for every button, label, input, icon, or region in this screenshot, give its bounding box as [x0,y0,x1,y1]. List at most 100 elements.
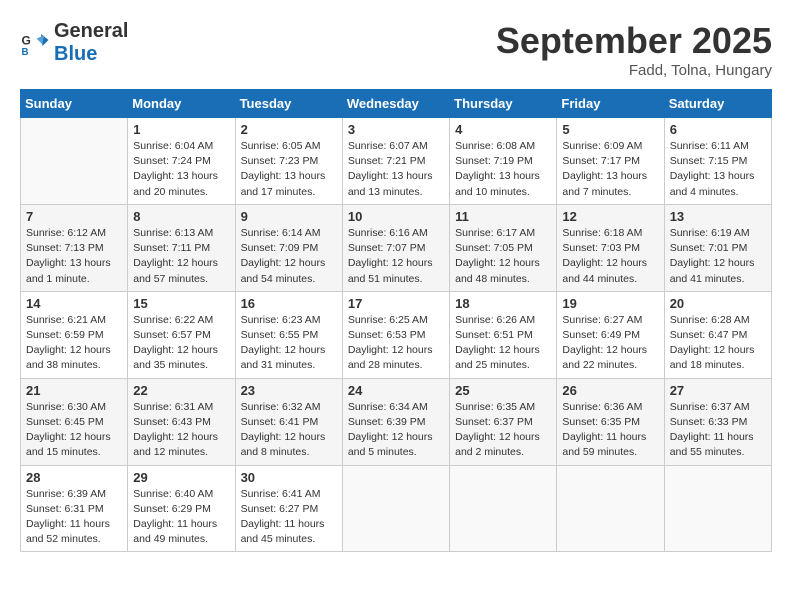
day-number: 17 [348,296,444,311]
col-header-sunday: Sunday [21,90,128,118]
day-number: 10 [348,209,444,224]
day-info: Sunrise: 6:08 AM Sunset: 7:19 PM Dayligh… [455,139,551,200]
logo-text: General Blue [54,20,128,66]
day-number: 1 [133,122,229,137]
day-info: Sunrise: 6:27 AM Sunset: 6:49 PM Dayligh… [562,313,658,374]
calendar-cell: 25Sunrise: 6:35 AM Sunset: 6:37 PM Dayli… [450,378,557,465]
calendar-cell: 15 Sunrise: 6:22 AM Sunset: 6:57 PM Dayli… [128,291,235,378]
calendar-cell [21,118,128,205]
day-number: 28 [26,470,122,485]
calendar-table: SundayMondayTuesdayWednesdayThursdayFrid… [20,89,772,552]
day-number: 15 [133,296,229,311]
day-number: 27 [670,383,766,398]
day-number: 5 [562,122,658,137]
day-info: Sunrise: 6:14 AM Sunset: 7:09 PM Dayligh… [241,226,337,287]
day-number: 18 [455,296,551,311]
day-number: 20 [670,296,766,311]
week-row-3: 14 Sunrise: 6:21 AM Sunset: 6:59 PM Dayli… [21,291,772,378]
day-info: Sunrise: 6:12 AM Sunset: 7:13 PM Dayligh… [26,226,122,287]
day-info: Sunrise: 6:35 AM Sunset: 6:37 PM Dayligh… [455,400,551,461]
title-block: September 2025 Fadd, Tolna, Hungary [496,20,772,79]
day-info: Sunrise: 6:40 AM Sunset: 6:29 PM Dayligh… [133,487,229,548]
calendar-cell: 3Sunrise: 6:07 AM Sunset: 7:21 PM Daylig… [342,118,449,205]
location: Fadd, Tolna, Hungary [496,62,772,79]
calendar-cell: 16 Sunrise: 6:23 AM Sunset: 6:55 PM Dayli… [235,291,342,378]
day-info: Sunrise: 6:17 AM Sunset: 7:05 PM Dayligh… [455,226,551,287]
calendar-cell: 30Sunrise: 6:41 AM Sunset: 6:27 PM Dayli… [235,465,342,552]
day-number: 7 [26,209,122,224]
month-title: September 2025 [496,20,772,62]
day-info: Sunrise: 6:22 AM Sunset: 6:57 PM Dayligh… [133,313,229,374]
day-info: Sunrise: 6:05 AM Sunset: 7:23 PM Dayligh… [241,139,337,200]
calendar-cell: 9 Sunrise: 6:14 AM Sunset: 7:09 PM Daylig… [235,204,342,291]
logo-icon: G B [20,28,50,58]
day-number: 23 [241,383,337,398]
day-number: 19 [562,296,658,311]
col-header-wednesday: Wednesday [342,90,449,118]
page-header: G B General Blue September 2025 Fadd, To… [20,20,772,79]
day-info: Sunrise: 6:34 AM Sunset: 6:39 PM Dayligh… [348,400,444,461]
calendar-cell: 1 Sunrise: 6:04 AM Sunset: 7:24 PM Daylig… [128,118,235,205]
day-info: Sunrise: 6:19 AM Sunset: 7:01 PM Dayligh… [670,226,766,287]
calendar-cell: 24 Sunrise: 6:34 AM Sunset: 6:39 PM Dayli… [342,378,449,465]
day-number: 14 [26,296,122,311]
calendar-cell: 4 Sunrise: 6:08 AM Sunset: 7:19 PM Daylig… [450,118,557,205]
day-info: Sunrise: 6:37 AM Sunset: 6:33 PM Dayligh… [670,400,766,461]
calendar-cell: 18 Sunrise: 6:26 AM Sunset: 6:51 PM Dayli… [450,291,557,378]
day-info: Sunrise: 6:30 AM Sunset: 6:45 PM Dayligh… [26,400,122,461]
calendar-cell: 29Sunrise: 6:40 AM Sunset: 6:29 PM Dayli… [128,465,235,552]
calendar-cell: 27 Sunrise: 6:37 AM Sunset: 6:33 PM Dayli… [664,378,771,465]
calendar-cell: 5 Sunrise: 6:09 AM Sunset: 7:17 PM Daylig… [557,118,664,205]
day-number: 4 [455,122,551,137]
day-info: Sunrise: 6:13 AM Sunset: 7:11 PM Dayligh… [133,226,229,287]
day-info: Sunrise: 6:31 AM Sunset: 6:43 PM Dayligh… [133,400,229,461]
day-info: Sunrise: 6:28 AM Sunset: 6:47 PM Dayligh… [670,313,766,374]
calendar-cell: 23 Sunrise: 6:32 AM Sunset: 6:41 PM Dayli… [235,378,342,465]
day-number: 22 [133,383,229,398]
day-number: 9 [241,209,337,224]
day-number: 26 [562,383,658,398]
day-number: 16 [241,296,337,311]
week-row-1: 1 Sunrise: 6:04 AM Sunset: 7:24 PM Daylig… [21,118,772,205]
calendar-cell: 10 Sunrise: 6:16 AM Sunset: 7:07 PM Dayli… [342,204,449,291]
calendar-cell: 21 Sunrise: 6:30 AM Sunset: 6:45 PM Dayli… [21,378,128,465]
calendar-cell: 7 Sunrise: 6:12 AM Sunset: 7:13 PM Daylig… [21,204,128,291]
day-info: Sunrise: 6:25 AM Sunset: 6:53 PM Dayligh… [348,313,444,374]
week-row-4: 21 Sunrise: 6:30 AM Sunset: 6:45 PM Dayli… [21,378,772,465]
day-number: 12 [562,209,658,224]
day-info: Sunrise: 6:21 AM Sunset: 6:59 PM Dayligh… [26,313,122,374]
header-row: SundayMondayTuesdayWednesdayThursdayFrid… [21,90,772,118]
calendar-cell: 20 Sunrise: 6:28 AM Sunset: 6:47 PM Dayli… [664,291,771,378]
calendar-cell: 6 Sunrise: 6:11 AM Sunset: 7:15 PM Daylig… [664,118,771,205]
calendar-cell [557,465,664,552]
day-number: 8 [133,209,229,224]
day-number: 24 [348,383,444,398]
day-info: Sunrise: 6:11 AM Sunset: 7:15 PM Dayligh… [670,139,766,200]
day-number: 21 [26,383,122,398]
logo: G B General Blue [20,20,128,66]
day-info: Sunrise: 6:36 AM Sunset: 6:35 PM Dayligh… [562,400,658,461]
calendar-cell: 26 Sunrise: 6:36 AM Sunset: 6:35 PM Dayli… [557,378,664,465]
day-info: Sunrise: 6:09 AM Sunset: 7:17 PM Dayligh… [562,139,658,200]
col-header-saturday: Saturday [664,90,771,118]
calendar-cell: 19 Sunrise: 6:27 AM Sunset: 6:49 PM Dayli… [557,291,664,378]
week-row-2: 7 Sunrise: 6:12 AM Sunset: 7:13 PM Daylig… [21,204,772,291]
col-header-thursday: Thursday [450,90,557,118]
col-header-tuesday: Tuesday [235,90,342,118]
day-info: Sunrise: 6:16 AM Sunset: 7:07 PM Dayligh… [348,226,444,287]
day-info: Sunrise: 6:26 AM Sunset: 6:51 PM Dayligh… [455,313,551,374]
calendar-cell: 12 Sunrise: 6:18 AM Sunset: 7:03 PM Dayli… [557,204,664,291]
day-number: 3 [348,122,444,137]
col-header-friday: Friday [557,90,664,118]
day-info: Sunrise: 6:32 AM Sunset: 6:41 PM Dayligh… [241,400,337,461]
day-info: Sunrise: 6:39 AM Sunset: 6:31 PM Dayligh… [26,487,122,548]
day-info: Sunrise: 6:04 AM Sunset: 7:24 PM Dayligh… [133,139,229,200]
calendar-cell [342,465,449,552]
calendar-cell: 17 Sunrise: 6:25 AM Sunset: 6:53 PM Dayli… [342,291,449,378]
day-info: Sunrise: 6:18 AM Sunset: 7:03 PM Dayligh… [562,226,658,287]
day-info: Sunrise: 6:23 AM Sunset: 6:55 PM Dayligh… [241,313,337,374]
day-number: 30 [241,470,337,485]
day-number: 6 [670,122,766,137]
calendar-cell: 8 Sunrise: 6:13 AM Sunset: 7:11 PM Daylig… [128,204,235,291]
calendar-cell: 2Sunrise: 6:05 AM Sunset: 7:23 PM Daylig… [235,118,342,205]
